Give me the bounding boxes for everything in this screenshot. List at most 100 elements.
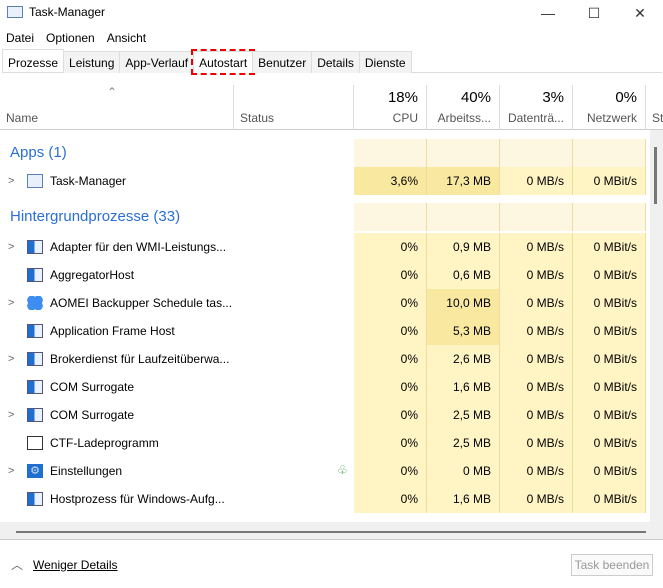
mem-cell: 0 MB <box>427 457 500 485</box>
disk-cell <box>500 203 573 231</box>
column-name[interactable]: ⌃ Name <box>0 85 234 130</box>
column-network[interactable]: 0% Netzwerk <box>573 85 646 130</box>
column-cpu[interactable]: 18% CPU <box>354 85 427 130</box>
task-manager-icon <box>7 6 23 18</box>
menu-ansicht[interactable]: Ansicht <box>101 28 152 48</box>
tab-app-verlauf[interactable]: App-Verlauf <box>119 51 195 73</box>
column-memory[interactable]: 40% Arbeitss... <box>427 85 500 130</box>
disk-cell: 0 MB/s <box>500 429 573 457</box>
mem-cell: 5,3 MB <box>427 317 500 345</box>
expand-chevron-icon[interactable]: > <box>8 289 14 317</box>
window-icon <box>27 352 43 366</box>
less-details-link[interactable]: Weniger Details <box>33 558 117 572</box>
expand-chevron-icon[interactable]: > <box>8 167 14 195</box>
window-icon <box>27 492 43 506</box>
table-row[interactable]: 0% 5,3 MB 0 MB/s 0 MBit/s Application Frame … <box>0 317 648 345</box>
net-cell: 0 MBit/s <box>573 429 646 457</box>
disk-cell: 0 MB/s <box>500 485 573 513</box>
menu-datei[interactable]: Datei <box>0 28 40 48</box>
chevron-up-icon[interactable]: ︿ <box>11 556 23 573</box>
net-cell: 0 MBit/s <box>573 345 646 373</box>
settings-gear-icon: ⚙ <box>27 464 43 478</box>
cpu-cell: 0% <box>354 317 427 345</box>
net-cell: 0 MBit/s <box>573 261 646 289</box>
table-row[interactable]: 0% 0 MB 0 MB/s 0 MBit/s > ⚙ Einstellungen ♧ <box>0 457 648 485</box>
menu-bar: Datei Optionen Ansicht <box>0 28 152 48</box>
mem-cell: 2,5 MB <box>427 429 500 457</box>
disk-cell: 0 MB/s <box>500 401 573 429</box>
horizontal-scroll-thumb[interactable] <box>16 531 646 533</box>
tab-leistung[interactable]: Leistung <box>63 51 121 73</box>
net-cell: 0 MBit/s <box>573 167 646 195</box>
cpu-cell: 0% <box>354 485 427 513</box>
column-header: ⌃ Name Status 18% CPU 40% Arbeitss... 3% Da… <box>0 85 663 130</box>
cpu-cell: 0% <box>354 429 427 457</box>
mem-cell: 2,5 MB <box>427 401 500 429</box>
mem-cell: 0,6 MB <box>427 261 500 289</box>
vertical-scroll-thumb[interactable] <box>654 147 657 204</box>
net-cell <box>573 203 646 231</box>
mem-cell: 1,6 MB <box>427 373 500 401</box>
expand-chevron-icon[interactable]: > <box>8 233 14 261</box>
table-row[interactable]: 3,6% 17,3 MB 0 MB/s 0 MBit/s > Task-Manager <box>0 167 648 195</box>
cpu-cell <box>354 203 427 231</box>
table-row[interactable]: 0% 10,0 MB 0 MB/s 0 MBit/s > AOMEI Backupper … <box>0 289 648 317</box>
title-bar: Task-Manager — ☐ ✕ <box>0 0 663 26</box>
net-cell <box>573 139 646 167</box>
cpu-cell: 0% <box>354 261 427 289</box>
net-cell: 0 MBit/s <box>573 233 646 261</box>
task-manager-icon <box>27 174 43 188</box>
tab-prozesse[interactable]: Prozesse <box>2 49 65 72</box>
table-row[interactable]: 0% 0,9 MB 0 MB/s 0 MBit/s > Adapter für den W… <box>0 233 648 261</box>
cpu-cell: 0% <box>354 373 427 401</box>
sort-up-icon: ⌃ <box>107 85 118 99</box>
group-header[interactable]: Apps (1) <box>0 139 648 167</box>
disk-cell: 0 MB/s <box>500 345 573 373</box>
close-button[interactable]: ✕ <box>617 0 663 26</box>
end-task-button[interactable]: Task beenden <box>571 554 653 576</box>
minimize-button[interactable]: — <box>525 0 571 26</box>
group-apps: Apps (1) <box>10 144 67 161</box>
aomei-icon <box>27 296 43 310</box>
expand-chevron-icon[interactable]: > <box>8 345 14 373</box>
tab-details[interactable]: Details <box>311 51 360 73</box>
net-cell: 0 MBit/s <box>573 485 646 513</box>
disk-cell: 0 MB/s <box>500 289 573 317</box>
cpu-cell: 0% <box>354 345 427 373</box>
disk-cell: 0 MB/s <box>500 261 573 289</box>
table-row[interactable]: 0% 1,6 MB 0 MB/s 0 MBit/s COM Surrogate <box>0 373 648 401</box>
tab-benutzer[interactable]: Benutzer <box>252 51 313 73</box>
mem-cell: 0,9 MB <box>427 233 500 261</box>
cpu-cell: 0% <box>354 289 427 317</box>
disk-cell: 0 MB/s <box>500 167 573 195</box>
mem-cell <box>427 139 500 167</box>
mem-cell: 17,3 MB <box>427 167 500 195</box>
table-row[interactable]: 0% 2,5 MB 0 MB/s 0 MBit/s > COM Surrogate <box>0 401 648 429</box>
net-cell: 0 MBit/s <box>573 289 646 317</box>
group-header[interactable]: Hintergrundprozesse (33) <box>0 203 648 231</box>
net-cell: 0 MBit/s <box>573 317 646 345</box>
group-background: Hintergrundprozesse (33) <box>10 208 181 225</box>
table-row[interactable]: 0% 2,5 MB 0 MB/s 0 MBit/s CTF-Ladeprogramm <box>0 429 648 457</box>
window-icon <box>27 380 43 394</box>
window-icon <box>27 268 43 282</box>
column-disk[interactable]: 3% Datenträ... <box>500 85 573 130</box>
tab-bar: Prozesse Leistung App-Verlauf Autostart … <box>2 49 662 75</box>
tab-dienste[interactable]: Dienste <box>358 51 412 73</box>
table-row[interactable]: 0% 0,6 MB 0 MB/s 0 MBit/s AggregatorHost <box>0 261 648 289</box>
maximize-button[interactable]: ☐ <box>571 0 617 26</box>
column-status[interactable]: Status <box>234 85 354 130</box>
column-extra[interactable]: St <box>646 85 663 130</box>
disk-cell: 0 MB/s <box>500 317 573 345</box>
menu-optionen[interactable]: Optionen <box>40 28 101 48</box>
cpu-cell: 0% <box>354 401 427 429</box>
expand-chevron-icon[interactable]: > <box>8 401 14 429</box>
net-cell: 0 MBit/s <box>573 373 646 401</box>
cpu-cell <box>354 139 427 167</box>
disk-cell <box>500 139 573 167</box>
expand-chevron-icon[interactable]: > <box>8 457 14 485</box>
table-row[interactable]: 0% 1,6 MB 0 MB/s 0 MBit/s Hostprozess für Wi… <box>0 485 648 513</box>
tab-autostart[interactable]: Autostart <box>191 49 256 75</box>
window-icon <box>27 324 43 338</box>
table-row[interactable]: 0% 2,6 MB 0 MB/s 0 MBit/s > Brokerdienst für … <box>0 345 648 373</box>
